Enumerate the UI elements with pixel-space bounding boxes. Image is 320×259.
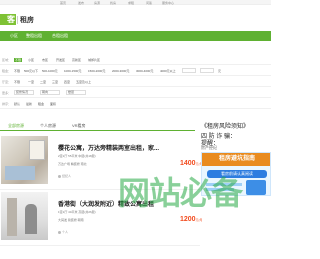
filter-orientation-select[interactable]: 朝向 xyxy=(40,90,60,95)
top-link-home[interactable]: 首页 xyxy=(60,1,66,5)
listing-photo[interactable] xyxy=(1,136,48,184)
avatar xyxy=(58,230,61,234)
top-link-service[interactable]: 服务中心 xyxy=(162,1,174,5)
nav-item-community[interactable]: 小区 xyxy=(10,33,18,39)
filter-layout-2[interactable]: 二室 xyxy=(40,80,46,84)
filter-label-layout: 厅室： xyxy=(2,80,12,84)
filter-rent-6[interactable]: 3000-4000元 xyxy=(136,69,153,73)
filter-row-area: 区域： 不限 小区 市区 开发区 高新区 城郊片区 xyxy=(0,55,271,65)
filter-label-sort: 排序： xyxy=(2,102,12,106)
nav-item-shared-rent[interactable]: 合租出租 xyxy=(52,33,68,39)
filter-decoration-select[interactable]: 装修情况 xyxy=(14,90,34,95)
listing-agent[interactable]: 经纪人 xyxy=(58,174,71,178)
bed-shape xyxy=(5,166,35,180)
filter-rent-3[interactable]: 1000-1500元 xyxy=(64,69,81,73)
nav-item-whole-rent[interactable]: 整租出租 xyxy=(26,33,42,39)
ad-decoration xyxy=(206,188,234,191)
top-link-qa[interactable]: 问答 xyxy=(146,1,152,5)
top-link-publish[interactable]: 发布 xyxy=(78,1,84,5)
listing-specs: 1室1厅 40平米 高层(共26层) xyxy=(58,210,96,214)
site-logo[interactable]: 客 xyxy=(0,14,16,25)
filter-area-hightech[interactable]: 高新区 xyxy=(72,58,81,62)
risk-notice-title[interactable]: 《租房风险须知》 xyxy=(201,121,249,130)
filter-area-any[interactable]: 不限 xyxy=(14,58,23,62)
ad-headline: 租房避坑指南 xyxy=(202,153,270,166)
rent-unit-label: 元 xyxy=(218,69,222,73)
ad-subline: 看房前请认真阅读 xyxy=(207,170,267,178)
filter-layout-1[interactable]: 一室 xyxy=(28,80,34,84)
top-link-find[interactable]: 找房 xyxy=(110,1,116,5)
sort-area[interactable]: 面积 xyxy=(50,102,56,106)
filter-area-community[interactable]: 小区 xyxy=(28,58,34,62)
listing-location: 大润发 简装修 朝南 xyxy=(58,218,84,222)
listing-card[interactable]: 香港街（大润发附近）精致公寓出租 1室1厅 40平米 高层(共26层) 大润发 … xyxy=(0,190,202,246)
agent-name: 经纪人 xyxy=(62,174,72,178)
filter-floor-select[interactable]: 楼层 xyxy=(66,90,86,95)
filter-layout-any[interactable]: 不限 xyxy=(14,80,20,84)
price-value: 1200 xyxy=(180,216,196,223)
sidebar: 《租房风险须知》 四 防 诈 骗： 提醒： 房产经纪 租房避坑指南 看房前请认真… xyxy=(201,121,271,259)
window-shape xyxy=(29,140,45,160)
ad-illustration xyxy=(246,180,266,195)
filter-row-more: 更多： 装修情况 朝向 楼层 xyxy=(0,88,271,98)
top-link-want[interactable]: 求租 xyxy=(128,1,134,5)
price-value: 1400 xyxy=(180,160,196,167)
tab-personal-listings[interactable]: 个人房源 xyxy=(40,123,56,129)
filter-panel: 区域： 不限 小区 市区 开发区 高新区 城郊片区 租金： 不限 500元以下 … xyxy=(0,43,271,113)
top-link-listings[interactable]: 房源 xyxy=(94,1,100,5)
sort-default[interactable]: 默认 xyxy=(14,102,20,106)
tab-vr-listings[interactable]: VR看房 xyxy=(72,123,86,129)
listing-location: 万达广场 精装修 南北 xyxy=(58,162,87,166)
filter-layout-5[interactable]: 五室及以上 xyxy=(76,80,91,84)
listing-specs: 2室1厅 55平米 中层(共18层) xyxy=(58,154,96,158)
filter-rent-4[interactable]: 1500-2000元 xyxy=(88,69,105,73)
filter-area-city[interactable]: 市区 xyxy=(42,58,48,62)
filter-label-more: 更多： xyxy=(2,91,12,95)
header: 客 租房 xyxy=(0,5,271,30)
rent-min-input[interactable] xyxy=(182,68,196,73)
tab-all-listings[interactable]: 全部房源 xyxy=(8,123,24,129)
listing-title[interactable]: 香港街（大润发附近）精致公寓出租 xyxy=(58,199,168,208)
filter-label-area: 区域： xyxy=(2,58,12,62)
listing-agent[interactable]: 个人 xyxy=(58,230,68,234)
ad-banner[interactable]: 租房避坑指南 看房前请认真阅读 xyxy=(201,152,271,196)
filter-area-devzone[interactable]: 开发区 xyxy=(56,58,65,62)
filter-row-layout: 厅室： 不限 一室 二室 三室 四室 五室及以上 xyxy=(0,77,271,87)
filter-row-rent: 租金： 不限 500元以下 500-1000元 1000-1500元 1500-… xyxy=(0,66,271,76)
listing-tabs: 全部房源 个人房源 VR看房 xyxy=(0,121,195,131)
listing-photo[interactable] xyxy=(1,192,48,240)
filter-layout-3[interactable]: 三室 xyxy=(52,80,58,84)
listing-card[interactable]: 樱花公寓，万达旁精装两室出租，家... 2室1厅 55平米 中层(共18层) 万… xyxy=(0,134,202,190)
filter-rent-1[interactable]: 500元以下 xyxy=(24,69,38,73)
section-title: 租房 xyxy=(20,17,34,24)
ad-decoration xyxy=(206,183,242,186)
sort-newest[interactable]: 最新 xyxy=(26,102,32,106)
door-shape xyxy=(7,198,17,236)
figure-shape xyxy=(25,204,37,234)
agent-name: 个人 xyxy=(62,230,69,234)
filter-rent-2[interactable]: 500-1000元 xyxy=(42,69,58,73)
main-nav: 小区 整租出租 合租出租 xyxy=(0,31,271,41)
listing-title[interactable]: 樱花公寓，万达旁精装两室出租，家... xyxy=(58,143,168,152)
filter-layout-4[interactable]: 四室 xyxy=(64,80,70,84)
listing-price: 1200元/月 xyxy=(180,216,202,223)
risk-notice-line: 房产经纪 xyxy=(201,145,217,150)
filter-rent-5[interactable]: 2000-3000元 xyxy=(112,69,129,73)
filter-row-sort: 排序： 默认 最新 租金 面积 xyxy=(0,99,271,109)
listing-price: 1400元/月 xyxy=(180,160,202,167)
filter-rent-7[interactable]: 4000元以上 xyxy=(160,69,176,73)
logo-divider xyxy=(17,16,18,24)
filter-area-suburb[interactable]: 城郊片区 xyxy=(88,58,100,62)
filter-label-rent: 租金： xyxy=(2,69,12,73)
sort-rent[interactable]: 租金 xyxy=(38,102,44,106)
filter-rent-any[interactable]: 不限 xyxy=(14,69,20,73)
avatar xyxy=(58,174,61,178)
rent-max-input[interactable] xyxy=(200,68,214,73)
